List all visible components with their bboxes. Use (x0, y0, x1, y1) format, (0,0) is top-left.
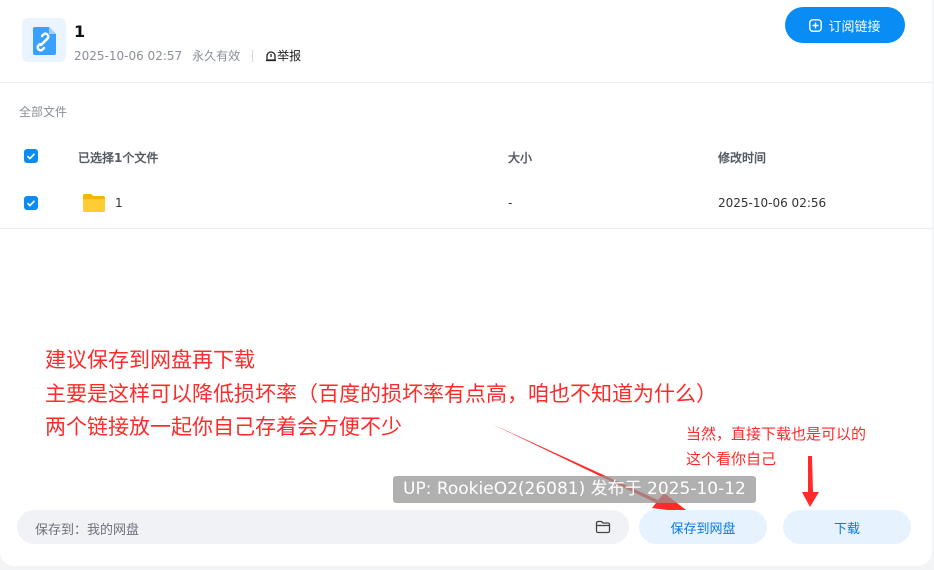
share-validity: 永久有效 (192, 49, 241, 63)
row-name[interactable]: 1 (115, 196, 123, 210)
check-icon (26, 153, 36, 160)
subscribe-label: 订阅链接 (828, 19, 881, 35)
share-card: 1 2025-10-06 02:57 永久有效 举报 订阅链接 全部文件 已选择… (0, 0, 932, 566)
folder-picker-icon[interactable] (595, 519, 611, 538)
meta-separator (252, 49, 254, 62)
check-icon (26, 200, 36, 207)
annotation-side-2: 这个看你自己 (686, 450, 777, 468)
share-meta: 2025-10-06 02:57 永久有效 举报 (74, 47, 301, 64)
save-path-label: 保存到：我的网盘 (35, 523, 140, 538)
share-date: 2025-10-06 02:57 (74, 48, 183, 63)
select-all-checkbox[interactable] (24, 149, 38, 163)
link-file-icon (22, 18, 66, 62)
folder-icon (82, 192, 106, 218)
annotation-line-2: 主要是这样可以降低损坏率（百度的损坏率有点高，咱也不知道为什么） (45, 382, 717, 406)
report-label: 举报 (277, 49, 302, 63)
report-link[interactable]: 举报 (265, 47, 301, 64)
annotation-line-1: 建议保存到网盘再下载 (45, 348, 255, 372)
report-icon (266, 50, 277, 61)
annotation-side-1: 当然，直接下载也是可以的 (686, 425, 867, 443)
row-modified: 2025-10-06 02:56 (718, 196, 827, 210)
header-divider (0, 82, 932, 83)
column-header-name: 已选择1个文件 (78, 151, 159, 165)
share-title: 1 (74, 22, 86, 41)
breadcrumb-all-files[interactable]: 全部文件 (19, 103, 67, 120)
annotation-arrow-download (802, 456, 819, 507)
save-to-cloud-button[interactable]: 保存到网盘 (639, 510, 767, 544)
plus-square-icon (809, 18, 823, 32)
column-header-size[interactable]: 大小 (508, 149, 532, 166)
row-size: - (508, 196, 513, 210)
row-divider (0, 228, 932, 229)
column-header-modified[interactable]: 修改时间 (718, 149, 766, 166)
download-button[interactable]: 下载 (783, 510, 911, 544)
row-checkbox[interactable] (24, 196, 38, 210)
uploader-watermark: UP: RookieO2(26081) 发布于 2025-10-12 (393, 476, 756, 503)
annotation-line-3: 两个链接放一起你自己存着会方便不少 (45, 415, 402, 439)
save-path-field[interactable]: 保存到：我的网盘 (17, 510, 629, 544)
subscribe-link-button[interactable]: 订阅链接 (785, 7, 905, 43)
